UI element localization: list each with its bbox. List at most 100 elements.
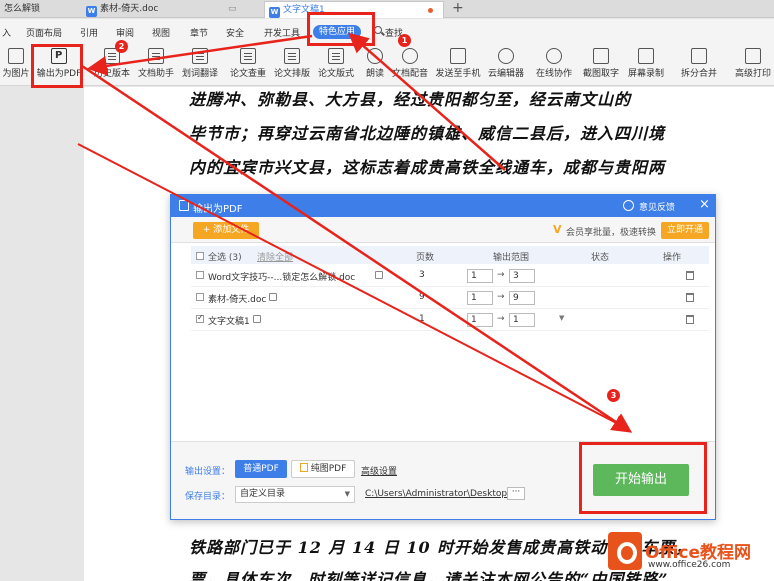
vip-open-button[interactable]: 立即开通 <box>661 222 709 239</box>
translate-button[interactable]: 划词翻译 <box>180 44 220 86</box>
dialog-action-bar: + 添加文件 V 会员享批量，极速转换 立即开通 <box>171 217 715 243</box>
advanced-settings-link[interactable]: 高级设置 <box>361 464 397 477</box>
to-image-button[interactable]: 为图片 <box>0 44 32 86</box>
output-settings-label: 输出设置： <box>185 467 231 477</box>
table-row: 素材-倚天.doc 9 1 → 9 <box>191 287 709 309</box>
file-name: 素材-倚天.doc <box>208 295 267 305</box>
screenshot-ocr-button[interactable]: 截图取字 <box>578 44 624 86</box>
range-from-input[interactable]: 1 <box>467 291 493 305</box>
highlight-special-apps <box>307 12 375 46</box>
table-row: 文字文稿1 1 1 → 1 ▼ <box>191 309 709 331</box>
send-to-phone-button[interactable]: 发送至手机 <box>434 44 482 86</box>
advanced-print-button[interactable]: 高级打印 <box>732 44 774 86</box>
table-row: Word文字技巧--...锁定怎么解锁.doc 3 1 → 3 <box>191 265 709 287</box>
voice-icon <box>402 48 418 64</box>
doc-text-line: 进腾冲、弥勒县、大方县，经过贵阳都匀至，经云南文山的 <box>189 90 632 109</box>
title-tab-bar: 怎么解锁 W 素材-倚天.doc ▭ W 文字文稿1 + <box>0 0 774 18</box>
image-icon <box>8 48 24 64</box>
range-arrow: → <box>497 292 505 302</box>
chevron-down-icon: ▼ <box>344 490 350 498</box>
doc-voice-button[interactable]: 文档配音 <box>390 44 430 86</box>
split-merge-button[interactable]: 拆分合并 <box>676 44 722 86</box>
feedback-link[interactable]: 意见反馈 <box>639 200 675 213</box>
file-name: 文字文稿1 <box>208 317 250 327</box>
vip-icon: V <box>553 223 562 236</box>
feedback-icon[interactable] <box>623 200 634 211</box>
unsaved-dot-icon <box>428 8 433 13</box>
pdf-icon <box>179 200 189 211</box>
edit-icon[interactable] <box>269 293 277 301</box>
trash-icon[interactable] <box>686 271 694 280</box>
col-range: 输出范围 <box>493 253 530 263</box>
row-checkbox[interactable] <box>196 313 204 323</box>
microphone-icon <box>367 48 383 64</box>
edit-icon[interactable] <box>375 271 383 279</box>
browse-more-button[interactable]: ··· <box>507 487 525 500</box>
record-icon <box>638 48 654 64</box>
clear-all-link[interactable]: 清除全部 <box>257 250 293 263</box>
menu-page-layout[interactable]: 页面布局 <box>26 26 62 39</box>
word-doc-icon: W <box>86 6 97 17</box>
col-action: 操作 <box>663 253 682 263</box>
step-badge-2: 2 <box>115 40 128 53</box>
read-aloud-button[interactable]: 朗读 <box>364 44 386 86</box>
menu-chapter[interactable]: 章节 <box>190 26 208 39</box>
tab-doc-material[interactable]: W 素材-倚天.doc ▭ <box>82 1 252 18</box>
new-tab-button[interactable]: + <box>452 0 464 16</box>
col-pages: 页数 <box>416 253 435 263</box>
trash-icon[interactable] <box>686 315 694 324</box>
menu-security[interactable]: 安全 <box>226 26 244 39</box>
chevron-down-icon[interactable]: ▼ <box>559 314 564 322</box>
step-badge-1: 1 <box>398 34 411 47</box>
cloud-editor-button[interactable]: 云编辑器 <box>486 44 526 86</box>
menu-review[interactable]: 审阅 <box>116 26 134 39</box>
save-dir-select[interactable]: 自定义目录 ▼ <box>235 486 355 503</box>
add-file-button[interactable]: + 添加文件 <box>193 222 259 239</box>
pure-pdf-button[interactable]: 纯图PDF <box>291 460 355 478</box>
normal-pdf-button[interactable]: 普通PDF <box>235 460 287 478</box>
ribbon-menu: 入 页面布局 引用 审阅 视图 章节 安全 开发工具 特色应用 查找 <box>0 19 774 44</box>
paper-check-button[interactable]: 论文查重 <box>228 44 268 86</box>
collab-icon <box>546 48 562 64</box>
range-to-input[interactable]: 1 <box>509 313 535 327</box>
screen-record-button[interactable]: 屏幕录制 <box>626 44 666 86</box>
save-dir-label: 保存目录： <box>185 492 231 502</box>
vip-promo-text: 会员享批量，极速转换 <box>566 228 657 238</box>
printer-icon <box>745 48 761 64</box>
pin-icon[interactable]: ▭ <box>228 1 237 17</box>
select-all-label: 全选 (3) <box>208 253 242 263</box>
menu-references[interactable]: 引用 <box>80 26 98 39</box>
row-checkbox[interactable] <box>196 271 204 279</box>
paper-format-button[interactable]: 论文版式 <box>316 44 356 86</box>
menu-developer[interactable]: 开发工具 <box>264 26 300 39</box>
trash-icon[interactable] <box>686 293 694 302</box>
range-from-input[interactable]: 1 <box>467 313 493 327</box>
screenshot-icon <box>593 48 609 64</box>
menu-insert[interactable]: 入 <box>2 26 11 39</box>
menu-view[interactable]: 视图 <box>152 26 170 39</box>
edit-icon[interactable] <box>253 315 261 323</box>
range-to-input[interactable]: 9 <box>509 291 535 305</box>
range-to-input[interactable]: 3 <box>509 269 535 283</box>
paper-layout-button[interactable]: 论文排版 <box>272 44 312 86</box>
dialog-header: 输出为PDF 意见反馈 × <box>171 195 715 217</box>
highlight-start-export <box>579 442 707 514</box>
highlight-export-pdf <box>31 44 83 88</box>
range-from-input[interactable]: 1 <box>467 269 493 283</box>
page-count: 3 <box>419 270 425 280</box>
range-arrow: → <box>497 270 505 280</box>
watermark-url: www.office26.com <box>648 560 731 570</box>
search-icon[interactable] <box>374 26 382 34</box>
row-checkbox[interactable] <box>196 293 204 301</box>
close-icon[interactable]: × <box>699 197 710 212</box>
save-path-link[interactable]: C:\Users\Administrator\Desktop\ <box>365 489 510 499</box>
select-all-checkbox[interactable] <box>196 252 204 260</box>
doc-assistant-button[interactable]: 文档助手 <box>136 44 176 86</box>
paper-layout-icon <box>284 48 300 64</box>
tab-doc-unlock[interactable]: 怎么解锁 <box>0 1 62 18</box>
paper-format-icon <box>328 48 344 64</box>
online-collab-button[interactable]: 在线协作 <box>534 44 574 86</box>
page-count: 9 <box>419 292 425 302</box>
file-name: Word文字技巧--...锁定怎么解锁.doc <box>208 273 356 283</box>
cloud-editor-icon <box>498 48 514 64</box>
